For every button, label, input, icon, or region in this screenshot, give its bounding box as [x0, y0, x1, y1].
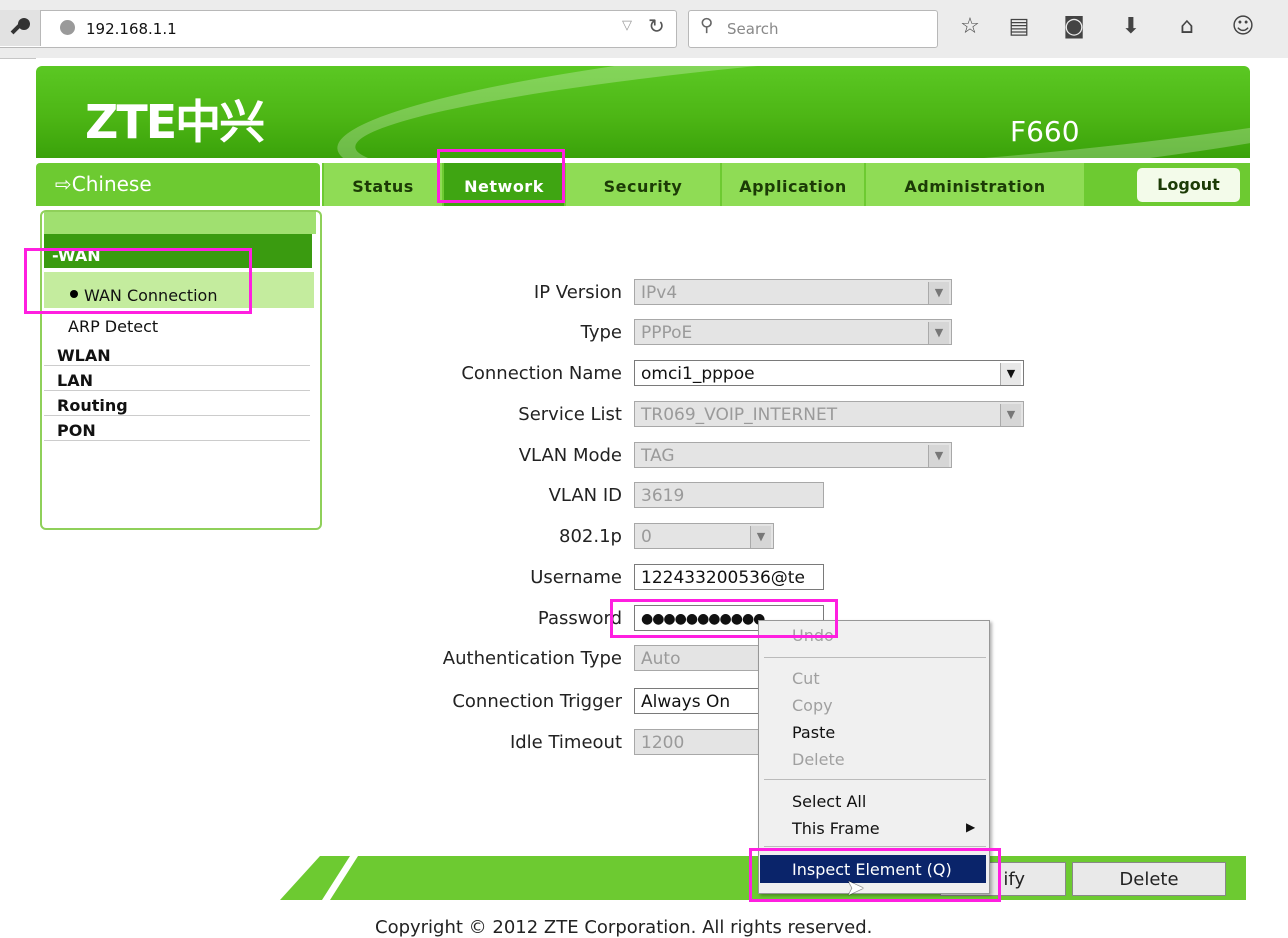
menu-item-this-frame[interactable]: This Frame [792, 819, 880, 838]
chevron-down-icon: ▼ [750, 526, 771, 548]
mouse-cursor-icon: ➤ [846, 876, 865, 901]
star-icon[interactable]: ☆ [955, 14, 985, 39]
highlight-wan-connection [24, 248, 252, 314]
menu-item-cut[interactable]: Cut [792, 669, 820, 688]
download-icon[interactable]: ⬇ [1116, 14, 1146, 39]
menu-item-paste[interactable]: Paste [792, 723, 835, 742]
select-value: 0 [641, 527, 652, 547]
home-icon[interactable]: ⌂ [1172, 14, 1202, 39]
chevron-down-icon: ▼ [1000, 404, 1021, 426]
menu-separator [764, 657, 986, 658]
globe-icon [60, 20, 75, 35]
logout-button[interactable]: Logout [1137, 168, 1240, 202]
highlight-network-tab [437, 149, 565, 203]
label-vlan-mode: VLAN Mode [518, 445, 622, 466]
search-input[interactable] [688, 10, 938, 48]
connection-trigger-select[interactable]: Always On [634, 688, 764, 714]
tab-administration[interactable]: Administration [866, 163, 1084, 206]
idle-timeout-input[interactable]: 1200 [634, 729, 764, 755]
divider [44, 440, 310, 441]
label-authentication-type: Authentication Type [442, 648, 622, 669]
url-dropdown-icon[interactable]: ▽ [622, 18, 632, 33]
chevron-down-icon: ▼ [928, 445, 949, 467]
connection-name-select[interactable]: omci1_pppoe ▼ [634, 360, 1024, 386]
chevron-down-icon: ▼ [928, 282, 949, 304]
pocket-icon[interactable]: ◙ [1059, 14, 1089, 39]
sidebar-top-band [44, 212, 316, 234]
vlan-mode-select[interactable]: TAG ▼ [634, 442, 952, 468]
copyright-text: Copyright © 2012 ZTE Corporation. All ri… [375, 917, 873, 938]
select-value: IPv4 [641, 283, 678, 303]
header-wave-decoration [332, 66, 1250, 158]
zte-logo: ZTE中兴 [85, 95, 265, 149]
chinese-link[interactable]: ⇨Chinese [55, 172, 152, 196]
delete-button[interactable]: Delete [1072, 862, 1226, 896]
select-value: omci1_pppoe [641, 364, 755, 384]
label-service-list: Service List [518, 404, 622, 425]
ip-version-select[interactable]: IPv4 ▼ [634, 279, 952, 305]
label-password: Password [537, 608, 622, 629]
select-value: PPPoE [641, 323, 693, 343]
8021p-select[interactable]: 0 ▼ [634, 523, 774, 549]
tab-security[interactable]: Security [566, 163, 720, 206]
tab-status[interactable]: Status [324, 163, 442, 206]
tab-application[interactable]: Application [722, 163, 864, 206]
label-username: Username [530, 567, 622, 588]
select-value: TAG [641, 446, 675, 466]
select-value: TR069_VOIP_INTERNET [641, 405, 838, 425]
menu-separator [764, 779, 986, 780]
authentication-type-select[interactable]: Auto [634, 645, 764, 671]
search-icon: ⚲ [700, 15, 714, 36]
highlight-password [610, 599, 838, 638]
label-type: Type [580, 322, 622, 343]
submenu-arrow-icon: ▶ [966, 820, 976, 834]
chevron-down-icon: ▼ [1000, 363, 1021, 385]
label-8021p: 802.1p [559, 526, 622, 547]
search-placeholder: Search [727, 20, 779, 38]
chevron-down-icon: ▼ [928, 322, 949, 344]
reading-list-icon[interactable]: ▤ [1004, 14, 1034, 39]
label-idle-timeout: Idle Timeout [509, 732, 622, 753]
highlight-inspect-element [749, 848, 1001, 902]
menu-item-select-all[interactable]: Select All [792, 792, 866, 811]
menu-separator [764, 846, 986, 847]
model-name: F660 [1010, 115, 1080, 148]
divider [44, 390, 310, 391]
label-connection-trigger: Connection Trigger [452, 691, 622, 712]
type-select[interactable]: PPPoE ▼ [634, 319, 952, 345]
username-input[interactable]: 122433200536@te [634, 564, 824, 590]
label-vlan-id: VLAN ID [548, 485, 622, 506]
service-list-select[interactable]: TR069_VOIP_INTERNET ▼ [634, 401, 1024, 427]
menu-item-delete[interactable]: Delete [792, 750, 845, 769]
menu-item-copy[interactable]: Copy [792, 696, 833, 715]
vlan-id-input[interactable]: 3619 [634, 482, 824, 508]
url-text[interactable]: 192.168.1.1 [86, 20, 177, 38]
label-connection-name: Connection Name [461, 363, 622, 384]
chat-icon[interactable]: ☺ [1228, 14, 1258, 39]
reload-icon[interactable]: ↻ [648, 14, 665, 38]
key-icon[interactable] [0, 10, 41, 46]
